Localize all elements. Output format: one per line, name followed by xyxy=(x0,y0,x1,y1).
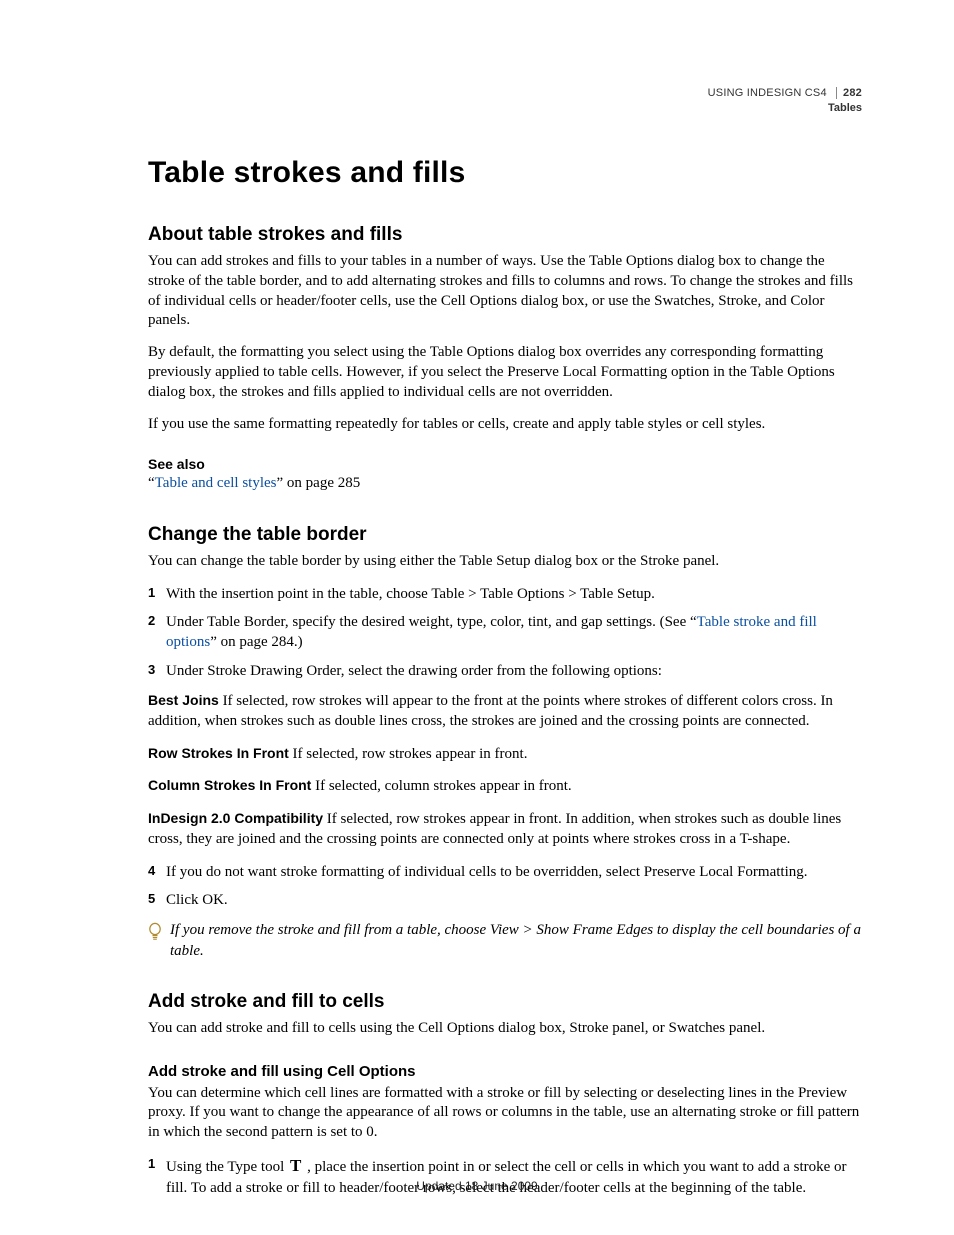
step-item: With the insertion point in the table, c… xyxy=(148,584,862,604)
see-also-line: “Table and cell styles” on page 285 xyxy=(148,474,862,494)
tip-text: If you remove the stroke and fill from a… xyxy=(170,922,861,958)
step-item: Under Stroke Drawing Order, select the d… xyxy=(148,661,862,681)
doc-title: USING INDESIGN CS4 xyxy=(708,87,827,99)
see-also-heading: See also xyxy=(148,456,862,472)
step-item: If you do not want stroke formatting of … xyxy=(148,862,862,882)
runin-label: Row Strokes In Front xyxy=(148,745,289,761)
heading-about: About table strokes and fills xyxy=(148,224,862,246)
tip-note: If you remove the stroke and fill from a… xyxy=(148,920,862,961)
option-best-joins: Best Joins If selected, row strokes will… xyxy=(148,691,862,732)
option-row-strokes-front: Row Strokes In Front If selected, row st… xyxy=(148,744,862,765)
heading-add-stroke-fill: Add stroke and fill to cells xyxy=(148,991,862,1013)
runin-label: Column Strokes In Front xyxy=(148,777,311,793)
steps-list: With the insertion point in the table, c… xyxy=(148,584,862,681)
type-tool-icon: T xyxy=(288,1156,303,1175)
option-column-strokes-front: Column Strokes In Front If selected, col… xyxy=(148,776,862,797)
page-number: 282 xyxy=(836,87,862,99)
body-text: If you use the same formatting repeatedl… xyxy=(148,415,862,435)
page-title: Table strokes and fills xyxy=(148,156,862,190)
body-text: You can change the table border by using… xyxy=(148,552,862,572)
page: USING INDESIGN CS4 282 Tables Table stro… xyxy=(0,0,954,1235)
steps-list-continued: If you do not want stroke formatting of … xyxy=(148,862,862,911)
running-header: USING INDESIGN CS4 282 Tables xyxy=(708,86,862,116)
runin-label: InDesign 2.0 Compatibility xyxy=(148,810,323,826)
body-text: By default, the formatting you select us… xyxy=(148,343,862,402)
body-text: You can add strokes and fills to your ta… xyxy=(148,252,862,331)
body-text: You can determine which cell lines are f… xyxy=(148,1084,862,1143)
lightbulb-icon xyxy=(148,922,162,942)
content-area: Table strokes and fills About table stro… xyxy=(148,86,862,1198)
step-item: Under Table Border, specify the desired … xyxy=(148,612,862,653)
subheading-cell-options: Add stroke and fill using Cell Options xyxy=(148,1063,862,1080)
body-text: You can add stroke and fill to cells usi… xyxy=(148,1019,862,1039)
link-table-cell-styles[interactable]: Table and cell styles xyxy=(155,475,277,491)
runin-label: Best Joins xyxy=(148,692,219,708)
heading-change-border: Change the table border xyxy=(148,524,862,546)
section-name: Tables xyxy=(708,101,862,116)
footer-updated: Updated 18 June 2009 xyxy=(0,1179,954,1193)
option-compatibility: InDesign 2.0 Compatibility If selected, … xyxy=(148,809,862,850)
step-item: Click OK. xyxy=(148,890,862,910)
